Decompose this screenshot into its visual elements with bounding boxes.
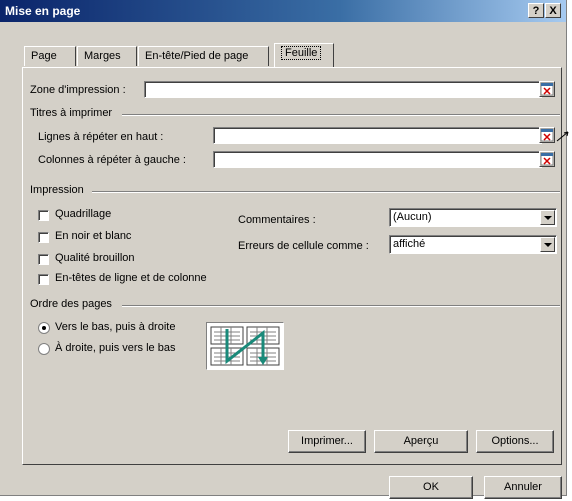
tab-margins[interactable]: Marges xyxy=(77,46,137,66)
gridlines-label[interactable]: Quadrillage xyxy=(55,208,111,220)
comments-label: Commentaires : xyxy=(238,214,316,226)
draft-quality-checkbox[interactable] xyxy=(38,254,49,265)
close-button[interactable]: X xyxy=(545,3,561,18)
chevron-down-icon[interactable] xyxy=(540,237,555,252)
down-then-over-radio[interactable] xyxy=(38,322,50,334)
options-button[interactable]: Options... xyxy=(476,430,554,453)
print-area-field[interactable] xyxy=(144,81,542,98)
gridlines-checkbox[interactable] xyxy=(38,210,49,221)
group-divider xyxy=(122,305,560,307)
help-button[interactable]: ? xyxy=(528,3,544,18)
black-white-label[interactable]: En noir et blanc xyxy=(55,230,131,242)
page-order-down-then-over-icon xyxy=(206,322,284,370)
cols-repeat-field[interactable] xyxy=(213,151,542,168)
page-order-group-label: Ordre des pages xyxy=(30,298,112,310)
pointer-arrow-icon xyxy=(556,131,569,142)
print-titles-group-label: Titres à imprimer xyxy=(30,107,113,119)
tab-page[interactable]: Page xyxy=(24,46,76,66)
chevron-down-icon[interactable] xyxy=(540,210,555,225)
group-divider xyxy=(122,114,560,116)
row-col-headings-checkbox[interactable] xyxy=(38,274,49,285)
ok-button[interactable]: OK xyxy=(389,476,473,499)
print-area-label: Zone d'impression : xyxy=(30,84,126,96)
over-then-down-radio[interactable] xyxy=(38,343,50,355)
preview-button[interactable]: Aperçu xyxy=(374,430,468,453)
tab-page-label: Page xyxy=(31,50,57,62)
draft-quality-label[interactable]: Qualité brouillon xyxy=(55,252,135,264)
printing-group-label: Impression xyxy=(30,184,84,196)
comments-select[interactable]: (Aucun) xyxy=(389,208,557,227)
page-setup-dialog: Mise en page ? X Page Marges En-tête/Pie… xyxy=(0,0,569,499)
tab-margins-label: Marges xyxy=(84,50,121,62)
cell-errors-select[interactable]: affiché xyxy=(389,235,557,254)
rows-repeat-label: Lignes à répéter en haut : xyxy=(38,131,164,143)
comments-value: (Aucun) xyxy=(393,211,432,223)
down-then-over-label[interactable]: Vers le bas, puis à droite xyxy=(55,321,175,333)
collapse-dialog-icon[interactable] xyxy=(539,151,555,167)
print-button[interactable]: Imprimer... xyxy=(288,430,366,453)
tab-header-footer-label: En-tête/Pied de page xyxy=(145,50,249,62)
collapse-dialog-icon[interactable] xyxy=(539,81,555,97)
tab-header-footer[interactable]: En-tête/Pied de page xyxy=(138,46,269,66)
over-then-down-label[interactable]: À droite, puis vers le bas xyxy=(55,342,175,354)
cancel-button[interactable]: Annuler xyxy=(484,476,562,499)
group-divider xyxy=(92,191,560,193)
cell-errors-value: affiché xyxy=(393,238,426,250)
collapse-dialog-icon[interactable] xyxy=(539,127,555,143)
window-title: Mise en page xyxy=(5,4,81,18)
title-bar[interactable]: Mise en page ? X xyxy=(0,0,566,22)
cols-repeat-label: Colonnes à répéter à gauche : xyxy=(38,154,186,166)
black-white-checkbox[interactable] xyxy=(38,232,49,243)
tab-sheet[interactable]: Feuille xyxy=(274,43,334,67)
row-col-headings-label[interactable]: En-têtes de ligne et de colonne xyxy=(55,272,207,284)
cell-errors-label: Erreurs de cellule comme : xyxy=(238,240,369,252)
tab-sheet-label: Feuille xyxy=(281,46,322,60)
rows-repeat-field[interactable] xyxy=(213,127,542,144)
